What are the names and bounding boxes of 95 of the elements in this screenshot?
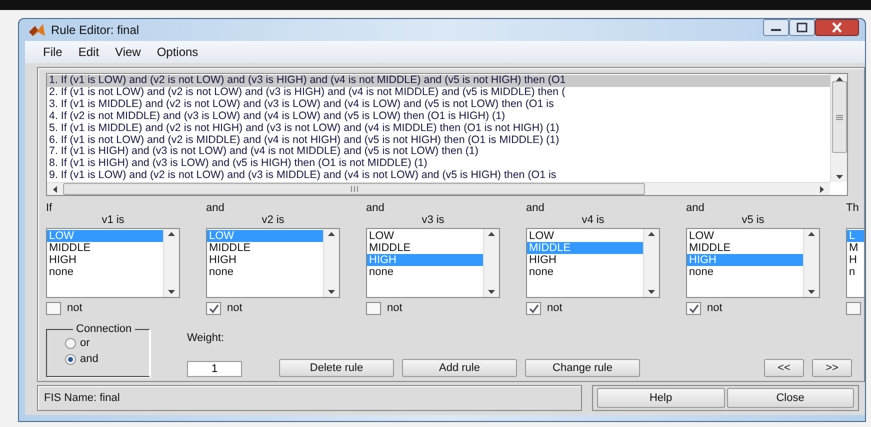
scroll-thumb[interactable] [832, 81, 846, 153]
list-option[interactable]: none [47, 266, 163, 278]
radio-button[interactable] [65, 338, 76, 349]
rule-row[interactable]: 9. If (v1 is LOW) and (v2 is not LOW) and (v3 is MIDDLE) and (v4 is not LOW) and (v5 is HIGH) then (O1 is [47, 170, 830, 182]
rule-button[interactable]: Add rule [402, 359, 517, 378]
connector-label: Th [846, 202, 860, 214]
scroll-up-icon[interactable] [648, 232, 655, 236]
nav-button[interactable]: << [764, 359, 804, 378]
minimize-icon[interactable] [763, 19, 789, 36]
list-box[interactable]: L M H n [846, 228, 864, 298]
app-logo-icon [29, 23, 45, 37]
connector-label: and [686, 202, 706, 214]
rule-row[interactable]: 4. If (v2 is not MIDDLE) and (v3 is LOW) and (v4 is LOW) and (v5 is LOW) then (O1 is HIGH) (1) [47, 110, 830, 123]
rule-row[interactable]: 8. If (v1 is HIGH) and (v3 is LOW) and (v5 is HIGH) then (O1 is not MIDDLE) (1) [47, 158, 830, 170]
rule-list[interactable] [46, 73, 848, 196]
rule-row[interactable]: 6. If (v1 is not LOW) and (v2 is MIDDLE) and (v4 is not HIGH) and (v5 is not HIGH) then (O1 is MIDDLE) (1) [47, 134, 830, 146]
scroll-down-icon[interactable] [488, 290, 495, 294]
list-box[interactable]: LOW MIDDLE HIGH none [206, 228, 340, 298]
radio-label: and [80, 353, 98, 366]
list-option[interactable]: H [847, 254, 864, 266]
list-option[interactable]: HIGH [527, 254, 643, 266]
checkbox[interactable] [206, 302, 221, 315]
close-icon[interactable] [815, 19, 859, 36]
scroll-down-icon[interactable] [836, 175, 842, 180]
rule-row[interactable]: 2. If (v1 is not LOW) and (v2 is not LOW) and (v3 is HIGH) and (v4 is not MIDDLE) and (v5 is MIDDLE) then ( [47, 86, 830, 99]
scroll-thumb[interactable] [63, 183, 645, 196]
connector-label: If [46, 202, 54, 214]
dialog-button[interactable]: Close [726, 388, 854, 408]
list-option[interactable]: none [207, 266, 323, 278]
variable-label: v4 is [580, 214, 606, 228]
list-box[interactable]: LOW MIDDLE HIGH none [366, 228, 500, 298]
radio-button[interactable] [65, 354, 76, 365]
menu-item[interactable]: View [107, 45, 149, 59]
nav-button[interactable]: >> [812, 359, 852, 378]
variable-label: v2 is [260, 214, 286, 228]
rule-button[interactable]: Change rule [525, 359, 640, 378]
connector-label: and [526, 202, 546, 214]
checkbox[interactable] [846, 302, 861, 315]
checkbox[interactable] [526, 302, 541, 315]
connector-label: and [366, 202, 386, 214]
scroll-up-icon[interactable] [168, 232, 175, 236]
menu-item[interactable]: Edit [70, 45, 108, 59]
list-option[interactable]: MIDDLE [47, 242, 163, 254]
list-box[interactable]: LOW MIDDLE HIGH none [526, 228, 660, 298]
list-box[interactable]: LOW MIDDLE HIGH none [686, 228, 820, 298]
rule-row[interactable]: 3. If (v1 is MIDDLE) and (v2 is not LOW) and (v3 is LOW) and (v4 is LOW) and (v5 is not LOW) then (O1 is [47, 98, 830, 111]
status-field: FIS Name: final [37, 385, 582, 411]
checkbox-label: not [707, 302, 722, 314]
checkbox-label: not [387, 302, 402, 314]
scroll-down-icon[interactable] [808, 290, 815, 294]
variable-label: v3 is [420, 214, 446, 228]
rule-row[interactable]: 1. If (v1 is LOW) and (v2 is not LOW) and (v3 is HIGH) and (v4 is not MIDDLE) and (v5 is not HIGH) then (O1 [47, 75, 830, 87]
list-option[interactable]: LOW [527, 230, 643, 242]
connector-label: and [206, 202, 226, 214]
checkbox-label: not [227, 302, 242, 314]
list-option[interactable]: M [847, 242, 864, 254]
checkbox-label: not [547, 302, 562, 314]
checkbox[interactable] [686, 302, 701, 315]
scroll-up-icon[interactable] [328, 232, 335, 236]
list-option[interactable]: none [367, 266, 483, 278]
radio-label: or [80, 337, 90, 350]
list-option[interactable]: MIDDLE [687, 242, 803, 254]
checkbox-label: not [67, 302, 82, 314]
dialog-button[interactable]: Help [597, 388, 724, 408]
list-option[interactable]: LOW [367, 230, 483, 242]
scroll-up-icon[interactable] [488, 232, 495, 236]
maximize-icon[interactable] [789, 19, 815, 36]
variable-label: v5 is [740, 214, 766, 228]
window-title: Rule Editor: final [51, 23, 140, 37]
group-label: Connection [75, 323, 133, 336]
list-option[interactable]: LOW [687, 230, 803, 242]
scroll-right-icon[interactable] [820, 186, 824, 193]
list-option[interactable]: HIGH [207, 254, 323, 266]
variable-label: v1 is [100, 214, 126, 228]
list-option[interactable]: MIDDLE [367, 242, 483, 254]
list-box[interactable]: LOW MIDDLE HIGH none [46, 228, 180, 298]
scroll-down-icon[interactable] [648, 290, 655, 294]
list-option[interactable]: none [687, 266, 803, 278]
weight-field[interactable]: 1 [187, 361, 242, 378]
scroll-down-icon[interactable] [168, 290, 175, 294]
checkbox[interactable] [46, 302, 61, 315]
list-option[interactable]: none [527, 266, 643, 278]
scroll-up-icon[interactable] [808, 232, 815, 236]
rule-row[interactable]: 5. If (v1 is MIDDLE) and (v2 is not HIGH) and (v3 is not LOW) and (v4 is MIDDLE) then (O1 is not HIGH) (1) [47, 122, 830, 135]
rule-button[interactable]: Delete rule [279, 359, 394, 378]
rule-row[interactable]: 7. If (v1 is HIGH) and (v3 is not LOW) and (v4 is not MIDDLE) and (v5 is not LOW) then (1) [47, 146, 830, 158]
field-label: Weight: [187, 332, 226, 344]
scroll-left-icon[interactable] [53, 186, 57, 193]
menu-item[interactable]: File [35, 45, 70, 59]
menu-item[interactable]: Options [148, 45, 206, 59]
scroll-down-icon[interactable] [328, 290, 335, 294]
list-option[interactable]: n [847, 266, 864, 278]
checkbox[interactable] [366, 302, 381, 315]
list-option[interactable]: MIDDLE [207, 242, 323, 254]
list-option[interactable]: HIGH [47, 254, 163, 266]
